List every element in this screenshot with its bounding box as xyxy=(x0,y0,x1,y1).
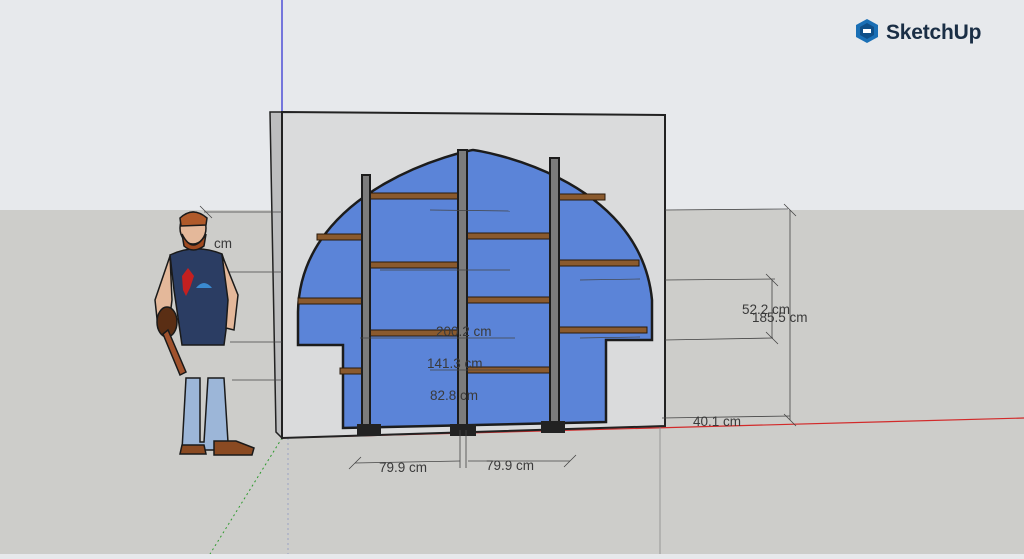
dim-label-person: cm xyxy=(214,236,232,251)
brand-name: SketchUp xyxy=(886,21,982,44)
dim-label-bay-right: 79.9 cm xyxy=(486,458,534,473)
dim-label-shelf-1: 200.2 cm xyxy=(436,324,492,339)
dim-label-right-base: 40.1 cm xyxy=(693,414,741,429)
sketchup-logo: SketchUp xyxy=(855,18,981,48)
dim-label-shelf-3: 82.8 cm xyxy=(430,388,478,403)
sketchup-logo-icon xyxy=(855,18,879,49)
dim-label-right-total: 185.5 cm xyxy=(752,310,808,325)
dim-label-shelf-2: 141.3 cm xyxy=(427,356,483,371)
dim-label-bay-left: 79.9 cm xyxy=(379,460,427,475)
model-viewport[interactable]: cm 200.2 cm 141.3 cm 82.8 cm 52.2 cm 185… xyxy=(0,0,1024,555)
